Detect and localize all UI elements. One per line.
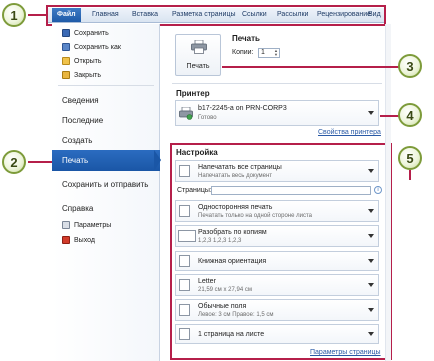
close-folder-icon [62, 71, 70, 79]
selected-arrow-icon [154, 150, 161, 171]
collated-pages-icon [178, 230, 196, 242]
pages-per-sheet-dropdown[interactable]: 1 страница на листе [175, 324, 379, 344]
setting-main-text: Обычные поля [198, 303, 247, 310]
print-button[interactable]: Печать [175, 34, 221, 76]
setting-main-text: Книжная ориентация [198, 258, 267, 265]
copies-stepper[interactable]: 1 ▲ ▼ [258, 48, 280, 58]
sidebar-item-recent[interactable]: Последние [62, 116, 103, 125]
chevron-down-icon [368, 283, 374, 287]
open-folder-icon [62, 57, 70, 65]
document-pages-icon [179, 165, 190, 177]
sidebar-item-label: Закрыть [74, 71, 101, 79]
chevron-down-icon [368, 209, 374, 213]
setting-main-text: Напечатать все страницы [198, 164, 282, 171]
callout-4: 4 [398, 103, 422, 127]
copies-label: Копии: [232, 49, 254, 56]
print-section-title: Печать [232, 34, 260, 43]
paper-size-icon [179, 279, 190, 291]
printer-properties-link[interactable]: Свойства принтера [318, 129, 381, 136]
backstage-sidebar: Сохранить Сохранить как Открыть Закрыть … [52, 24, 160, 361]
chevron-down-icon [368, 259, 374, 263]
margins-icon [179, 304, 190, 316]
duplex-dropdown[interactable]: Односторонняя печать Печатать только на … [175, 200, 379, 222]
setting-sub-text: Напечатать весь документ [198, 173, 273, 179]
sidebar-item-save[interactable]: Сохранить [62, 28, 109, 38]
sidebar-item-help[interactable]: Справка [62, 204, 93, 213]
printer-dropdown[interactable]: b17-2245-a on PRN-CORP3 Готово [175, 100, 379, 126]
settings-section-title: Настройка [176, 148, 218, 157]
one-sided-page-icon [179, 205, 190, 217]
pages-label: Страницы: [177, 187, 212, 194]
sidebar-item-print-label: Печать [62, 156, 89, 165]
copies-value: 1 [261, 49, 265, 56]
callout-1-line [28, 14, 48, 16]
collate-dropdown[interactable]: Разобрать по копиям 1,2,3 1,2,3 1,2,3 [175, 225, 379, 247]
printer-section-title: Принтер [176, 89, 210, 98]
setting-main-text: Односторонняя печать [198, 204, 273, 211]
callout-1: 1 [2, 3, 26, 27]
chevron-down-icon [368, 308, 374, 312]
sidebar-item-info[interactable]: Сведения [62, 96, 99, 105]
callout-3-line [222, 66, 400, 68]
info-icon[interactable]: i [374, 186, 382, 194]
sidebar-item-new[interactable]: Создать [62, 136, 92, 145]
chevron-down-icon [368, 332, 374, 336]
stepper-arrows-icon[interactable]: ▲ ▼ [274, 49, 278, 57]
print-button-label: Печать [186, 63, 210, 70]
chevron-down-icon [368, 111, 374, 115]
save-icon [62, 29, 70, 37]
callout-5: 5 [398, 146, 422, 170]
sidebar-item-save-as[interactable]: Сохранить как [62, 42, 121, 52]
sidebar-item-label: Открыть [74, 57, 102, 65]
callout-2-line [28, 161, 52, 163]
callout-3: 3 [398, 54, 422, 78]
setting-sub-text: 21,59 см x 27,94 см [198, 287, 252, 293]
printer-icon [191, 40, 207, 54]
callout-4-line [380, 115, 400, 117]
margins-dropdown[interactable]: Обычные поля Левое: 3 см Правое: 1,5 см [175, 299, 379, 321]
setting-sub-text: 1,2,3 1,2,3 1,2,3 [198, 238, 242, 244]
sidebar-item-open[interactable]: Открыть [62, 56, 102, 66]
page-setup-link[interactable]: Параметры страницы [310, 349, 381, 356]
setting-main-text: Разобрать по копиям [198, 229, 267, 236]
setting-sub-text: Левое: 3 см Правое: 1,5 см [198, 312, 274, 318]
callout-2: 2 [2, 150, 26, 174]
printer-name: b17-2245-a on PRN-CORP3 [198, 105, 287, 112]
setting-sub-text: Печатать только на одной стороне листа [198, 213, 312, 219]
section-divider [172, 83, 382, 84]
sidebar-item-close[interactable]: Закрыть [62, 70, 101, 80]
sidebar-item-label: Параметры [74, 221, 112, 229]
save-as-icon [62, 43, 70, 51]
exit-icon [62, 236, 70, 244]
sidebar-item-exit[interactable]: Выход [62, 235, 95, 245]
ribbon-highlight-frame [46, 5, 386, 26]
printer-status-icon [179, 107, 193, 120]
scrollbar[interactable] [385, 24, 391, 361]
chevron-down-icon [368, 234, 374, 238]
sidebar-item-label: Сохранить как [74, 43, 121, 51]
chevron-down-icon [368, 169, 374, 173]
setting-main-text: Letter [198, 278, 216, 285]
printer-status: Готово [198, 115, 217, 121]
sidebar-item-label: Выход [74, 236, 95, 244]
options-icon [62, 221, 70, 229]
sidebar-item-save-send[interactable]: Сохранить и отправить [62, 180, 148, 189]
setting-main-text: 1 страница на листе [198, 331, 265, 338]
callout-5-line [409, 170, 411, 180]
paper-size-dropdown[interactable]: Letter 21,59 см x 27,94 см [175, 274, 379, 296]
orientation-dropdown[interactable]: Книжная ориентация [175, 251, 379, 271]
sidebar-divider [58, 85, 154, 86]
portrait-orientation-icon [179, 255, 190, 267]
pages-input[interactable] [211, 186, 371, 195]
sidebar-item-options[interactable]: Параметры [62, 220, 111, 230]
print-range-dropdown[interactable]: Напечатать все страницы Напечатать весь … [175, 160, 379, 182]
sidebar-item-label: Сохранить [74, 29, 109, 37]
pages-per-sheet-icon [179, 328, 190, 340]
